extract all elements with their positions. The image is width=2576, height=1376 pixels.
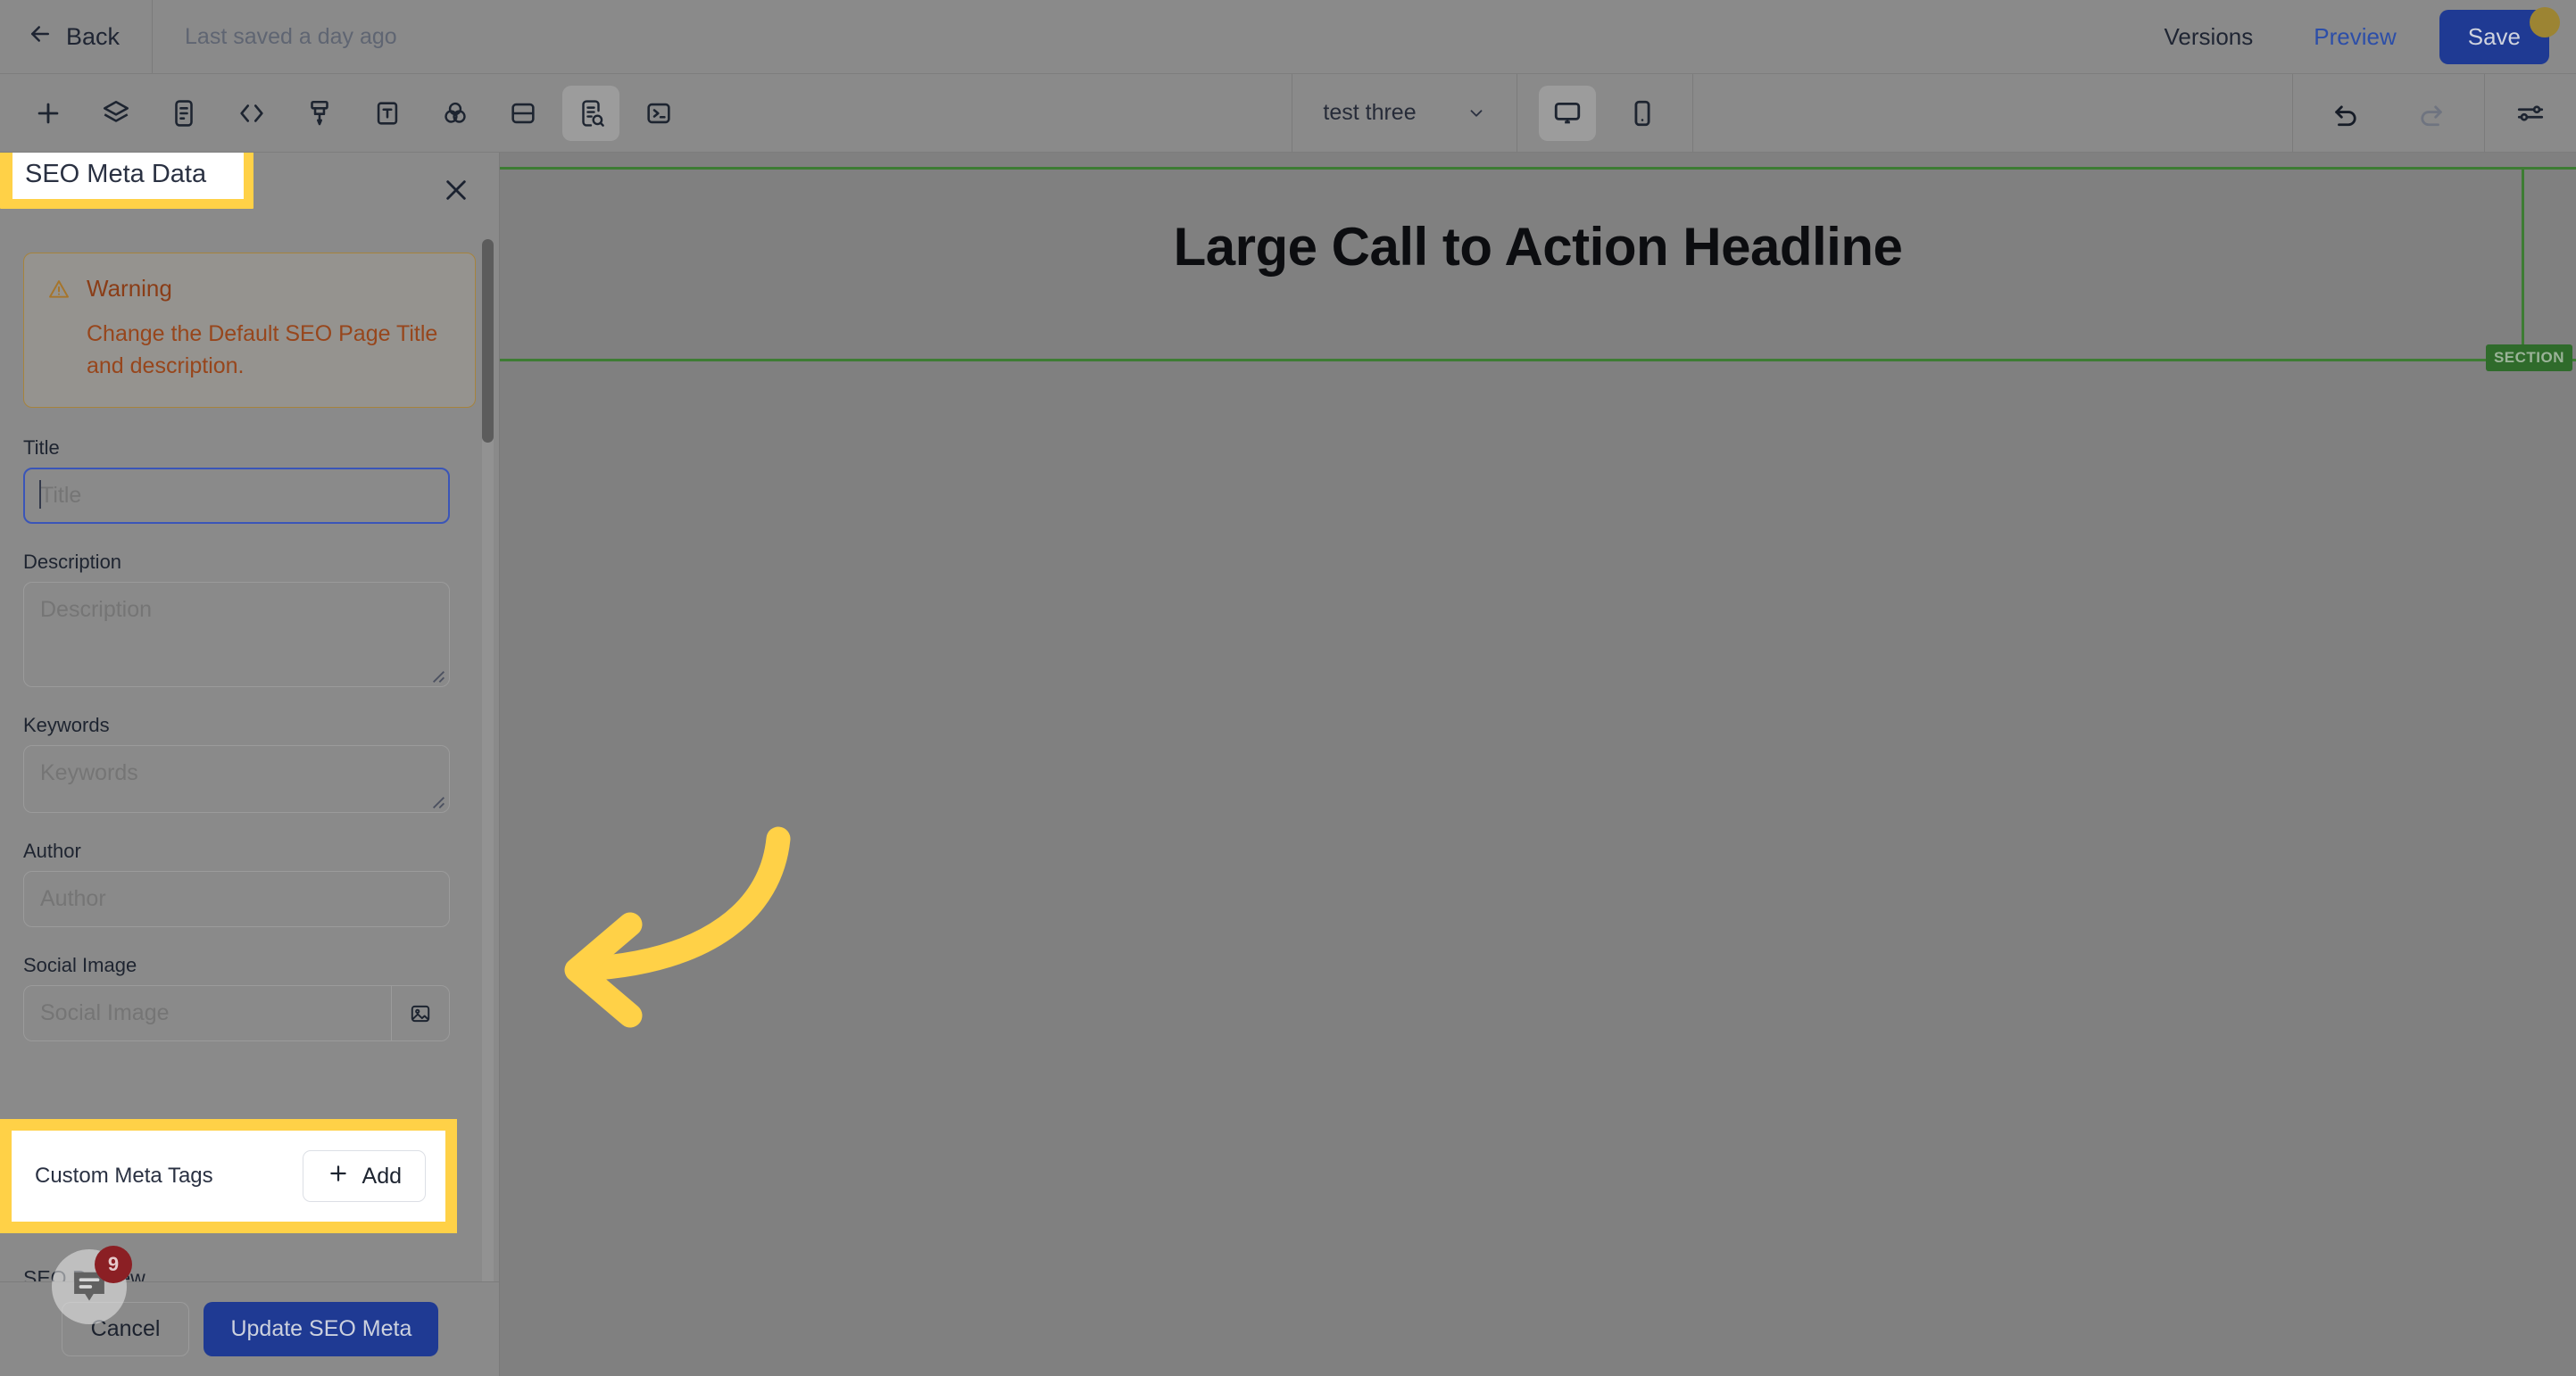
plus-icon (327, 1162, 350, 1190)
colors-button[interactable] (427, 86, 484, 141)
undo-icon (2335, 105, 2356, 126)
save-button-wrap: Save (2427, 6, 2576, 64)
custom-meta-tags-label: Custom Meta Tags (35, 1164, 213, 1188)
title-field-group: Title (23, 436, 476, 524)
back-button[interactable]: Back (0, 0, 154, 73)
pages-button[interactable] (155, 86, 212, 141)
description-textarea[interactable] (23, 582, 450, 687)
social-image-input[interactable] (23, 985, 391, 1041)
layers-button[interactable] (87, 86, 145, 141)
editor-toolbar: test three (0, 73, 2576, 153)
custom-meta-tags-highlight: Custom Meta Tags Add (0, 1119, 457, 1233)
panel-title: SEO Meta Data (25, 160, 207, 188)
arrow-left-icon (27, 21, 54, 53)
page-selector[interactable]: test three (1292, 74, 1516, 153)
description-label: Description (23, 551, 122, 573)
warning-message: Change the Default SEO Page Title and de… (87, 321, 438, 378)
mobile-icon (1634, 100, 1650, 126)
keywords-field-group: Keywords (23, 714, 476, 813)
warning-title: Warning (87, 275, 172, 302)
author-field-group: Author (23, 840, 476, 927)
notification-dot-icon (2530, 6, 2560, 37)
last-saved-status: Last saved a day ago (185, 23, 397, 49)
update-seo-meta-button[interactable]: Update SEO Meta (204, 1302, 439, 1356)
title-label: Title (23, 436, 60, 459)
desktop-view-button[interactable] (1538, 85, 1596, 141)
warning-header: Warning (47, 275, 452, 303)
description-field-group: Description (23, 551, 476, 687)
settings-button[interactable] (2485, 74, 2576, 153)
cta-headline[interactable]: Large Call to Action Headline (500, 216, 2576, 278)
panel-body: Warning Change the Default SEO Page Titl… (0, 229, 499, 1223)
warning-triangle-icon (49, 279, 69, 298)
social-image-row (23, 985, 450, 1041)
versions-button[interactable]: Versions (2134, 23, 2284, 51)
history-controls (2293, 74, 2484, 153)
seo-icon (582, 99, 604, 127)
warning-box: Warning Change the Default SEO Page Titl… (23, 253, 476, 408)
code-icon (240, 104, 263, 122)
colors-icon (445, 102, 466, 123)
panel-title-box: SEO Meta Data (12, 153, 245, 199)
close-icon (446, 180, 466, 200)
preview-button[interactable]: Preview (2283, 23, 2426, 51)
layout-button[interactable] (494, 86, 552, 141)
brush-button[interactable] (291, 86, 348, 141)
layout-icon (511, 103, 535, 123)
title-input[interactable] (23, 468, 450, 524)
text-icon (377, 101, 398, 125)
text-button[interactable] (359, 86, 416, 141)
sliders-icon (2517, 104, 2544, 121)
terminal-button[interactable] (630, 86, 687, 141)
text-cursor-icon (39, 480, 41, 509)
terminal-icon (647, 103, 670, 123)
brush-icon (311, 100, 328, 125)
chat-widget[interactable]: 9 (52, 1246, 132, 1324)
social-image-picker-button[interactable] (391, 985, 450, 1041)
keywords-label: Keywords (23, 714, 110, 736)
chat-unread-badge: 9 (95, 1246, 132, 1283)
add-button[interactable] (20, 86, 77, 141)
app-root: Back Last saved a day ago Versions Previ… (0, 0, 2576, 1376)
add-meta-tag-button[interactable]: Add (302, 1150, 426, 1202)
code-button[interactable] (223, 86, 280, 141)
image-picker-icon (411, 1005, 430, 1022)
redo-button[interactable] (2402, 86, 2459, 141)
author-input[interactable] (23, 871, 450, 927)
undo-button[interactable] (2318, 86, 2375, 141)
chevron-down-icon (1467, 104, 1486, 123)
social-image-label: Social Image (23, 954, 137, 976)
annotation-arrow-icon (564, 826, 791, 1028)
custom-meta-tags-row: Custom Meta Tags Add (12, 1131, 445, 1222)
device-switcher (1517, 74, 1692, 153)
add-meta-tag-label: Add (361, 1163, 402, 1189)
add-icon (37, 103, 59, 123)
canvas-section-outline[interactable]: Large Call to Action Headline (500, 167, 2576, 361)
panel-header: SEO Meta Data (0, 153, 499, 229)
social-image-field-group: Social Image (23, 954, 476, 1041)
close-panel-button[interactable] (435, 169, 478, 211)
keywords-textarea[interactable] (23, 745, 450, 813)
panel-scrollbar-thumb[interactable] (482, 239, 494, 443)
toolbar-divider-3 (1691, 73, 1693, 153)
seo-meta-panel: SEO Meta Data Warning Change the Default… (0, 153, 500, 1376)
layers-icon (103, 100, 129, 122)
back-label: Back (66, 22, 120, 50)
app-header: Back Last saved a day ago Versions Previ… (0, 0, 2576, 74)
desktop-icon (1554, 102, 1580, 123)
section-badge: SECTION (2485, 344, 2572, 371)
panel-scrollbar[interactable] (482, 239, 494, 1310)
pages-icon (175, 99, 193, 127)
seo-button[interactable] (562, 85, 619, 141)
redo-icon (2421, 105, 2442, 126)
mobile-view-button[interactable] (1614, 86, 1671, 141)
page-selector-label: test three (1323, 100, 1417, 125)
author-label: Author (23, 840, 81, 862)
toolbar-left-group (0, 85, 693, 141)
page-canvas[interactable]: Large Call to Action Headline SECTION (500, 153, 2576, 1376)
panel-title-highlight: SEO Meta Data (0, 153, 254, 209)
